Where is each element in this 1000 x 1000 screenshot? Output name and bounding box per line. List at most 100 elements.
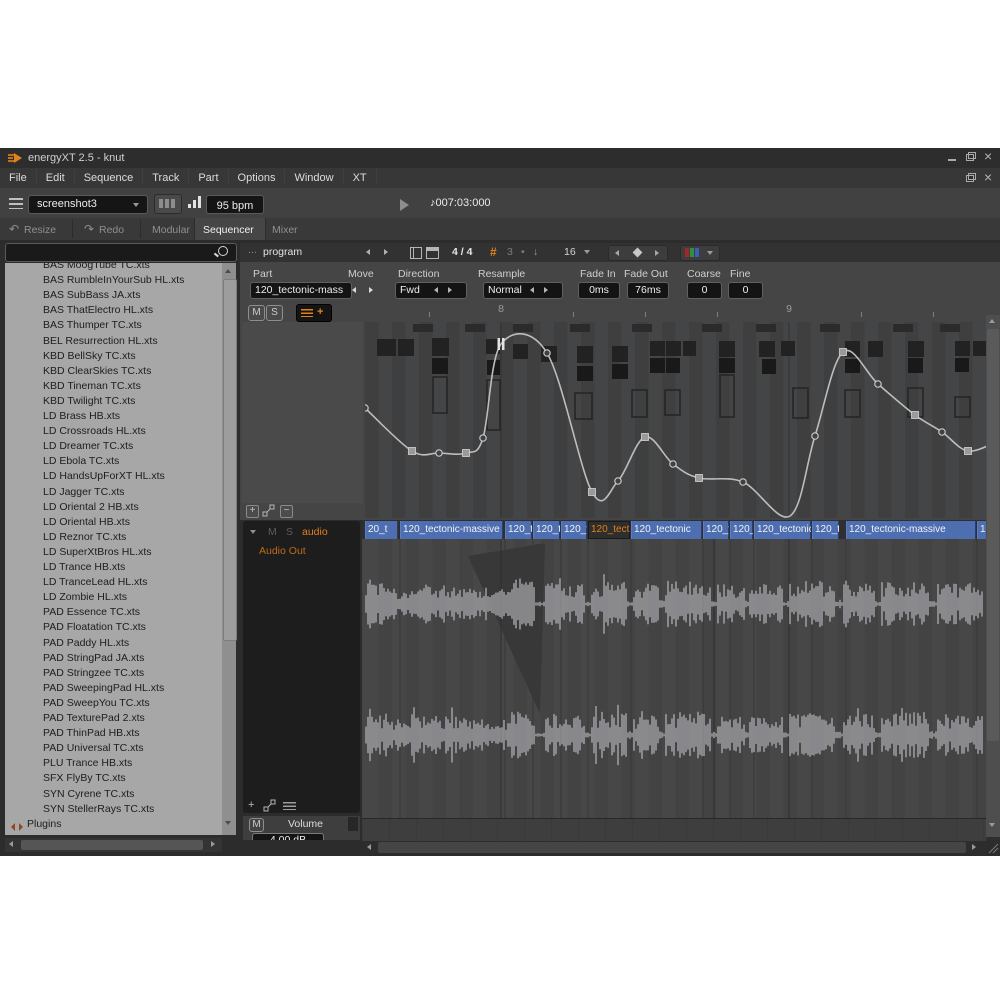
timeline-ruler[interactable]: 89: [365, 303, 986, 322]
sequencer-vscrollbar[interactable]: [986, 315, 1000, 837]
browser-list-item[interactable]: BEL Resurrection HL.xts: [5, 334, 222, 349]
part-mute-button[interactable]: M: [248, 305, 265, 321]
note-block[interactable]: [893, 324, 913, 332]
scroll-right-icon[interactable]: [972, 844, 976, 850]
snap-grid-icon[interactable]: #: [490, 245, 497, 259]
note-block[interactable]: [570, 324, 590, 332]
curve-node[interactable]: [912, 412, 919, 419]
note-block[interactable]: [575, 393, 592, 419]
browser-list-item[interactable]: LD Reznor TC.xts: [5, 530, 222, 545]
audio-clip[interactable]: 120_tectonic: [631, 521, 702, 539]
note-block[interactable]: [702, 324, 722, 332]
scroll-thumb[interactable]: [21, 840, 203, 850]
audio-clip[interactable]: 120_tectonic: [754, 521, 811, 539]
menu-item-edit[interactable]: Edit: [37, 169, 75, 184]
curve-node[interactable]: [589, 489, 596, 496]
part-value-field[interactable]: 120_tectonic-mass: [250, 282, 352, 299]
tab-sequencer[interactable]: Sequencer: [194, 218, 266, 240]
coarse-field[interactable]: 0: [687, 282, 722, 299]
note-block[interactable]: [632, 390, 647, 417]
browser-list-item[interactable]: LD Dreamer TC.xts: [5, 439, 222, 454]
browser-list-item[interactable]: LD Oriental 2 HB.xts: [5, 500, 222, 515]
note-block[interactable]: [793, 388, 808, 418]
browser-list-item[interactable]: BAS RumbleInYourSub HL.xts: [5, 273, 222, 288]
browser-item-plugins[interactable]: Plugins: [5, 817, 222, 832]
breadcrumb-program[interactable]: program: [263, 246, 302, 258]
curve-node[interactable]: [409, 448, 416, 455]
list-menu-icon[interactable]: [9, 198, 23, 209]
menu-item-xt[interactable]: XT: [344, 169, 377, 184]
note-block[interactable]: [666, 341, 681, 356]
direction-left-icon[interactable]: [434, 287, 438, 293]
browser-list-item[interactable]: SFX FlyBy TC.xts: [5, 771, 222, 786]
audio-clip[interactable]: 120_tectonic-massive: [846, 521, 976, 539]
child-restore-button[interactable]: [966, 173, 976, 182]
browser-list-item[interactable]: BAS SubBass JA.xts: [5, 288, 222, 303]
note-block[interactable]: [955, 397, 970, 417]
prev-arrow-icon[interactable]: [366, 249, 370, 255]
scroll-thumb[interactable]: [223, 279, 237, 641]
track-output[interactable]: Audio Out: [259, 545, 306, 557]
note-block[interactable]: [433, 377, 447, 413]
resample-left-icon[interactable]: [530, 287, 534, 293]
audio-clip[interactable]: 20_t: [365, 521, 398, 539]
browser-list-item[interactable]: BAS ThatElectro HL.xts: [5, 303, 222, 318]
menu-item-sequence[interactable]: Sequence: [75, 169, 144, 184]
remove-lane-button[interactable]: −: [280, 505, 293, 518]
note-block[interactable]: [719, 358, 735, 373]
scroll-left-icon[interactable]: [9, 841, 13, 847]
move-left-icon[interactable]: [352, 287, 356, 293]
audio-clip[interactable]: 120_t: [703, 521, 729, 539]
curve-node[interactable]: [436, 450, 442, 456]
volume-value-field[interactable]: 4.00 dB: [252, 833, 324, 840]
fadein-field[interactable]: 0ms: [578, 282, 620, 299]
keyboard-view-button[interactable]: [154, 194, 182, 214]
note-block[interactable]: [756, 324, 776, 332]
note-block[interactable]: [955, 358, 969, 372]
browser-list-item[interactable]: PAD SweepingPad HL.xts: [5, 681, 222, 696]
next-arrow-icon[interactable]: [384, 249, 388, 255]
browser-list-item[interactable]: KBD Tineman TC.xts: [5, 379, 222, 394]
track-menu-icon[interactable]: [283, 802, 296, 810]
grid-resolution[interactable]: 16: [564, 246, 576, 258]
curve-node[interactable]: [840, 349, 847, 356]
browser-list-item[interactable]: PAD StringPad JA.xts: [5, 651, 222, 666]
audio-clip[interactable]: 120_t: [561, 521, 587, 539]
curve-node[interactable]: [544, 350, 550, 356]
browser-list-item[interactable]: PAD TexturePad 2.xts: [5, 711, 222, 726]
note-block[interactable]: [820, 324, 840, 332]
note-block[interactable]: [762, 359, 776, 374]
browser-list-item[interactable]: PAD Paddy HL.xts: [5, 636, 222, 651]
browser-list-item[interactable]: KBD Twilight TC.xts: [5, 394, 222, 409]
grid-dropdown-icon[interactable]: [584, 250, 590, 254]
curve-node[interactable]: [670, 461, 676, 467]
browser-vscrollbar[interactable]: [222, 263, 236, 835]
bpm-display[interactable]: 95 bpm: [206, 195, 264, 214]
browser-list-item[interactable]: LD Crossroads HL.xts: [5, 424, 222, 439]
note-block[interactable]: [666, 358, 680, 373]
track-name[interactable]: audio: [302, 526, 328, 538]
track-solo-button[interactable]: S: [286, 526, 293, 538]
volume-mute-button[interactable]: M: [249, 818, 264, 832]
minimize-button[interactable]: [948, 159, 956, 161]
curve-node[interactable]: [740, 479, 746, 485]
note-block[interactable]: [973, 341, 986, 356]
note-block[interactable]: [377, 339, 396, 356]
audio-clip[interactable]: 120_tectonic-massive: [400, 521, 503, 539]
scroll-thumb[interactable]: [378, 842, 966, 853]
curve-node[interactable]: [642, 434, 649, 441]
note-block[interactable]: [513, 344, 528, 359]
color-picker-button[interactable]: [680, 245, 720, 261]
note-block[interactable]: [759, 341, 775, 357]
browser-search-input[interactable]: [5, 243, 237, 262]
part-solo-button[interactable]: S: [266, 305, 283, 321]
direction-field[interactable]: Fwd: [395, 282, 467, 299]
note-block[interactable]: [577, 346, 593, 363]
snap-value[interactable]: 3: [507, 246, 513, 258]
curve-node[interactable]: [463, 450, 470, 457]
track-node-link-icon[interactable]: [263, 799, 277, 812]
browser-list-item[interactable]: LD Brass HB.xts: [5, 409, 222, 424]
curve-node[interactable]: [965, 448, 972, 455]
time-signature[interactable]: 4 / 4: [452, 246, 472, 258]
restore-button[interactable]: [966, 152, 976, 161]
